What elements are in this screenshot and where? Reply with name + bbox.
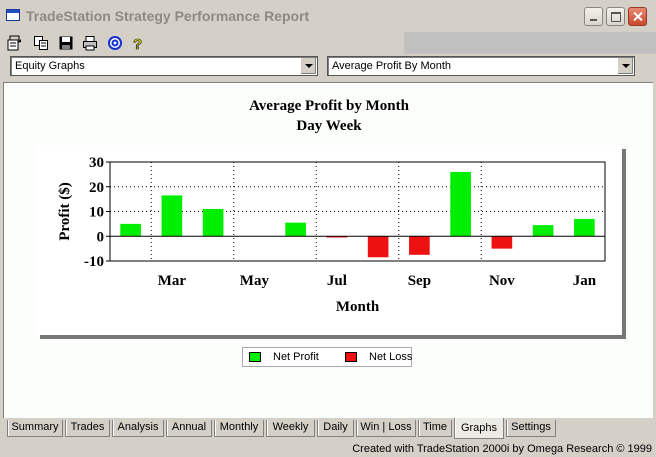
tab-weekly[interactable]: Weekly [266,420,315,437]
legend-swatch-net-profit [249,352,261,362]
y-tick-label: -10 [84,254,104,270]
x-tick-label-may: May [240,273,270,289]
status-bar: Created with TradeStation 2000i by Omega… [0,440,656,457]
tab-time[interactable]: Time [418,420,452,437]
chevron-down-icon[interactable] [300,58,316,74]
chart-title: Average Profit by Month [249,98,409,114]
selector-bar: Equity Graphs Average Profit By Month [0,54,656,80]
copy-icon[interactable] [33,35,49,51]
toolbar-filler [404,32,656,54]
bar-apr [202,209,224,237]
report-type-select[interactable]: Equity Graphs [10,56,318,76]
tab-analysis[interactable]: Analysis [112,420,164,437]
bar-aug [367,236,389,258]
title-bar[interactable]: TradeStation Strategy Performance Report [0,0,656,32]
y-tick-label: 10 [89,205,104,221]
y-axis-label: Profit ($) [57,182,73,240]
tab-trades[interactable]: Trades [65,420,110,437]
y-tick-label: 0 [97,229,105,245]
app-window-icon [6,9,20,21]
tab-daily[interactable]: Daily [317,420,354,437]
y-tick-label: 30 [89,155,104,171]
bar-dec [532,225,554,237]
minimize-button[interactable] [584,7,603,26]
target-icon[interactable] [107,35,123,51]
x-tick-label-nov: Nov [489,273,515,289]
help-icon[interactable]: ? [130,35,146,51]
tab-summary[interactable]: Summary [7,420,63,437]
save-icon[interactable] [58,35,74,51]
properties-icon[interactable] [6,35,22,51]
bar-jan [574,218,595,237]
report-content: Average Profit by Month Day Week 30 20 10 0… [3,82,653,418]
bar-nov [491,236,513,249]
bar-feb [120,223,141,237]
x-tick-label-jul: Jul [327,273,347,289]
report-type-value: Equity Graphs [15,60,85,72]
print-icon[interactable] [82,35,98,51]
x-axis-label: Month [336,299,380,315]
svg-text:?: ? [133,36,142,51]
graph-type-value: Average Profit By Month [332,60,452,72]
bar-mar [161,195,183,237]
tab-graphs[interactable]: Graphs [454,418,504,439]
tab-win-loss[interactable]: Win | Loss [356,420,416,437]
tab-annual[interactable]: Annual [166,420,212,437]
bar-sep [409,236,430,255]
chart-panel: 30 20 10 0 -10 Mar May Jul Sep Nov Jan Month Profit … [36,145,622,335]
toolbar: ? [0,32,404,54]
chevron-down-icon[interactable] [617,58,633,74]
report-tabs: Summary Trades Analysis Annual Monthly Weekly… [0,418,656,440]
x-tick-label-sep: Sep [408,273,431,289]
legend-swatch-net-loss [345,352,357,362]
tab-settings[interactable]: Settings [506,420,556,437]
tab-monthly[interactable]: Monthly [214,420,264,437]
x-tick-label-mar: Mar [158,273,187,289]
status-text: Created with TradeStation 2000i by Omega… [352,443,652,455]
close-button[interactable] [628,7,647,26]
x-tick-label-jan: Jan [573,273,597,289]
graph-type-select[interactable]: Average Profit By Month [327,56,635,76]
y-tick-label: 20 [89,180,104,196]
bar-oct [450,171,471,237]
chart-subtitle: Day Week [296,118,362,134]
chart-legend: Net Profit Net Loss [242,347,412,367]
bar-chart: 30 20 10 0 -10 Mar May Jul Sep Nov Jan Month Profit … [57,155,606,315]
window-title: TradeStation Strategy Performance Report [26,8,310,24]
legend-label-net-profit: Net Profit [273,351,319,363]
maximize-button[interactable] [606,7,625,26]
bar-jun [285,222,306,237]
legend-label-net-loss: Net Loss [369,351,413,363]
